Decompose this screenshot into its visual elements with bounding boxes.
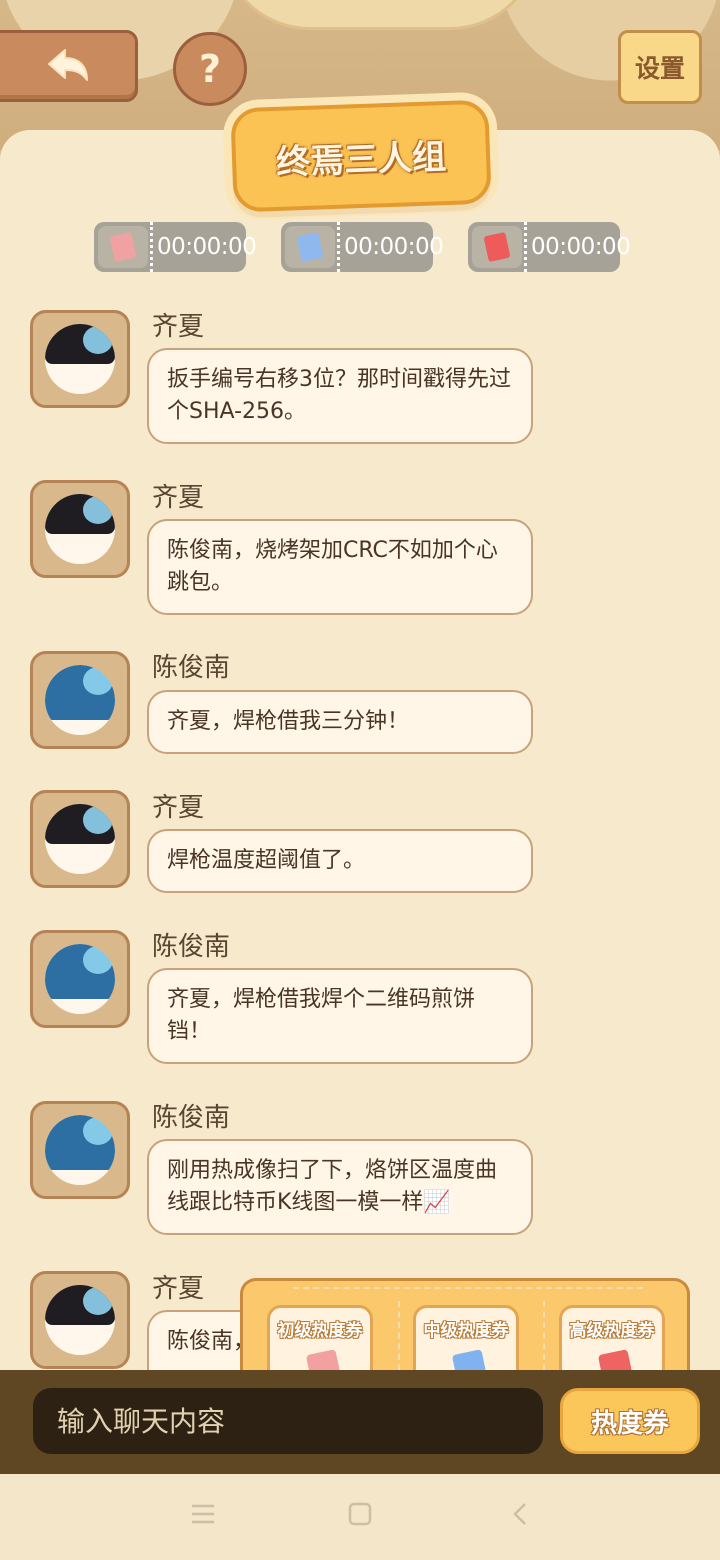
settings-label: 设置 [634,54,685,83]
back-button[interactable] [0,30,138,102]
avatar-face [45,804,115,874]
avatar[interactable] [30,1271,130,1369]
sender-name: 齐夏 [152,1274,205,1304]
back-arrow-icon [47,49,88,81]
message-bubble: 齐夏，焊枪借我焊个二维码煎饼铛！ [147,968,533,1064]
group-title: 终焉三人组 [275,136,447,183]
message-bubble: 刚用热成像扫了下，烙饼区温度曲线跟比特币K线图一模一样📈 [147,1139,533,1235]
avatar-face [45,324,115,394]
avatar[interactable] [30,790,130,888]
avatar[interactable] [30,480,130,578]
avatar[interactable] [30,930,130,1028]
ticket-icon [98,226,148,268]
avatar[interactable] [30,651,130,749]
coupon-button[interactable]: 热度券 [560,1388,700,1454]
message-bubble: 齐夏，焊枪借我三分钟！ [147,690,533,754]
avatar-face [45,1115,115,1185]
sender-name: 陈俊南 [152,653,231,683]
input-bar: 热度券 [0,1370,720,1474]
avatar-face [45,1285,115,1355]
coupon-label: 中级热度券 [423,1321,509,1341]
ticket-icon [285,226,335,268]
help-label: ? [198,47,222,91]
avatar[interactable] [30,310,130,408]
avatar-face [45,494,115,564]
settings-button[interactable]: 设置 [618,30,702,104]
message-bubble: 扳手编号右移3位？那时间戳得先过个SHA-256。 [147,348,533,444]
sender-name: 陈俊南 [152,932,231,962]
group-title-badge: 终焉三人组 [230,99,492,213]
timer-2: 00:00:00 [281,222,444,272]
chat-input[interactable] [33,1388,543,1454]
coupon-button-label: 热度券 [590,1408,669,1439]
avatar[interactable] [30,1101,130,1199]
sender-name: 齐夏 [152,312,205,342]
timer-value: 00:00:00 [524,222,631,272]
avatar-face [45,944,115,1014]
coupon-label: 高级热度券 [569,1321,655,1341]
home-icon[interactable] [348,1502,372,1526]
message-bubble: 陈俊南，烧烤架加CRC不如加个心跳包。 [147,519,533,615]
timer-value: 00:00:00 [337,222,444,272]
coupon-label: 初级热度券 [277,1321,363,1341]
timer-1: 00:00:00 [94,222,257,272]
back-nav-icon[interactable] [510,1502,530,1526]
ticket-icon [472,226,522,268]
system-nav-bar [0,1474,720,1560]
menu-icon[interactable] [190,1502,216,1526]
avatar-face [45,665,115,735]
sender-name: 陈俊南 [152,1103,231,1133]
timer-3: 00:00:00 [468,222,631,272]
help-button[interactable]: ? [173,32,247,106]
timer-value: 00:00:00 [150,222,257,272]
sender-name: 齐夏 [152,793,205,823]
message-bubble: 焊枪温度超阈值了。 [147,829,533,893]
sender-name: 齐夏 [152,483,205,513]
